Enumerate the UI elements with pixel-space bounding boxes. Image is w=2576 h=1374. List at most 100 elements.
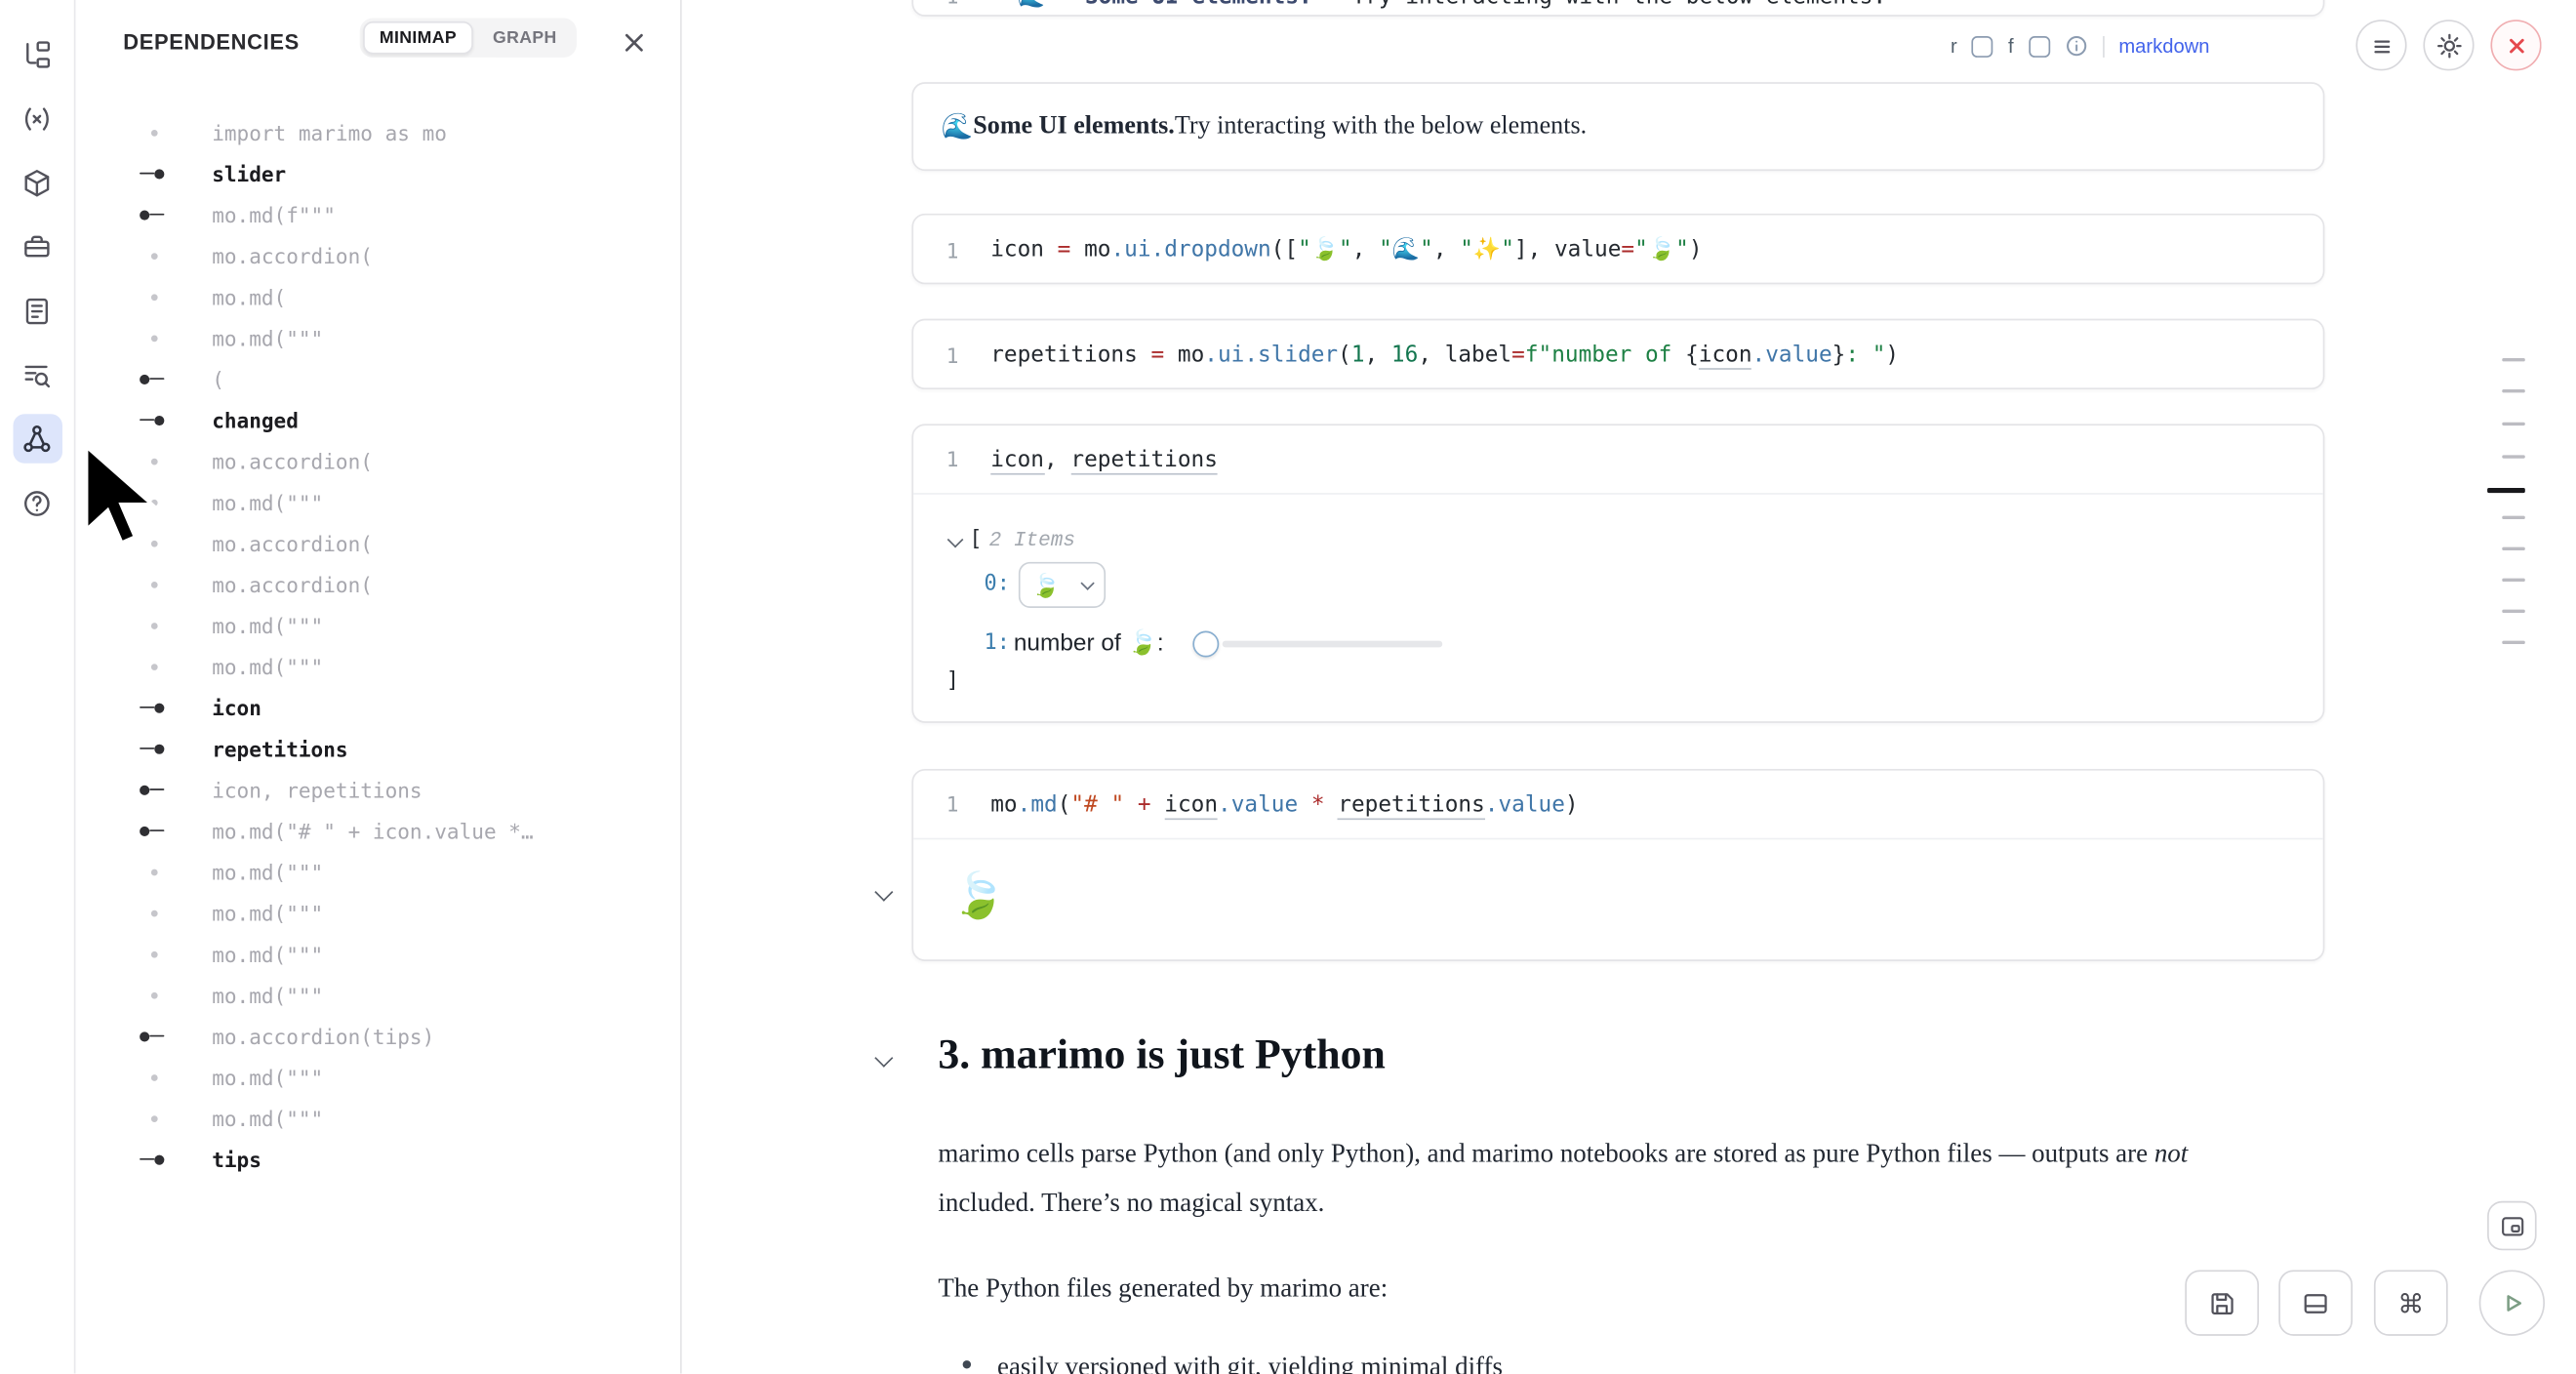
edge-marker-icon xyxy=(140,744,164,753)
code-token: icon xyxy=(990,446,1044,474)
toolbox-icon[interactable] xyxy=(13,222,62,271)
section-collapse-chevron-icon[interactable] xyxy=(874,1049,893,1068)
minimap-item[interactable]: icon, repetitions xyxy=(77,769,678,810)
trace-line[interactable] xyxy=(2502,547,2525,550)
code-snippets-icon[interactable] xyxy=(13,94,62,143)
minimap-item[interactable]: repetitions xyxy=(77,728,678,769)
edge-marker-icon xyxy=(140,785,164,794)
cell-editor-md-heading[interactable]: 1 mo.md("# " + icon.value * repetitions.… xyxy=(911,769,2324,961)
command-icon: ⌘ xyxy=(2397,1287,2424,1318)
minimap-item[interactable]: mo.md(""" xyxy=(77,974,678,1015)
minimap-item[interactable]: mo.md("# " + icon.value *… xyxy=(77,810,678,851)
help-icon[interactable] xyxy=(13,478,62,528)
edge-marker-icon xyxy=(140,415,164,424)
config-r-checkbox[interactable] xyxy=(1972,35,1993,57)
package-icon[interactable] xyxy=(13,158,62,208)
minimap-item-label: mo.md(""" xyxy=(212,490,323,514)
panel-toggle-button[interactable] xyxy=(2278,1270,2353,1335)
config-f-checkbox[interactable] xyxy=(2029,35,2050,57)
dependency-graph-icon[interactable] xyxy=(13,414,62,464)
output-collapse-chevron-icon[interactable] xyxy=(874,883,893,902)
code-token: .md xyxy=(1018,791,1058,818)
info-icon[interactable] xyxy=(2065,34,2088,58)
trace-line[interactable] xyxy=(2502,516,2525,519)
minimap-item[interactable]: mo.md(""" xyxy=(77,317,678,358)
tree-collapse-chevron-icon[interactable] xyxy=(947,532,964,548)
settings-button[interactable] xyxy=(2423,20,2474,70)
minimap-item-label: mo.md(""" xyxy=(212,901,323,925)
minimap-item[interactable]: mo.accordion( xyxy=(77,563,678,604)
trace-line[interactable] xyxy=(2502,641,2525,644)
markdown-paragraph: The Python files generated by marimo are… xyxy=(938,1265,1388,1314)
minimap-item[interactable]: tips xyxy=(77,1139,678,1180)
panel-title: DEPENDENCIES xyxy=(123,29,300,54)
code-token: } xyxy=(1832,342,1846,368)
edge-marker-icon xyxy=(140,169,164,179)
minimap-item[interactable]: changed xyxy=(77,399,678,440)
minimap-item[interactable]: mo.md(""" xyxy=(77,892,678,933)
floppy-icon xyxy=(2206,1287,2237,1318)
minimap-item[interactable]: mo.md(""" xyxy=(77,646,678,687)
keyboard-shortcuts-button[interactable]: ⌘ xyxy=(2374,1270,2448,1335)
cell-editor-clipped[interactable]: 1 🌊 **Some UI elements.** Try interactin… xyxy=(911,0,2324,17)
slider-knob[interactable] xyxy=(1192,631,1219,658)
minimap-item[interactable]: mo.md(""" xyxy=(77,1057,678,1098)
minimap-item[interactable]: import marimo as mo xyxy=(77,111,678,152)
cell-editor-tuple[interactable]: 1 icon, repetitions [ 2 Items 0: 🍃 1: nu… xyxy=(911,424,2324,722)
code-token: f"number of xyxy=(1525,342,1685,368)
notebook-menu-button[interactable] xyxy=(2355,20,2406,70)
minimap-item[interactable]: mo.accordion( xyxy=(77,235,678,276)
edge-marker-icon xyxy=(140,703,164,712)
minimap-item[interactable]: mo.md(""" xyxy=(77,933,678,974)
minimap-item[interactable]: icon xyxy=(77,687,678,728)
minimap-item[interactable]: mo.md(""" xyxy=(77,1098,678,1139)
trace-line[interactable] xyxy=(2502,610,2525,613)
file-tree-icon[interactable] xyxy=(13,29,62,79)
tab-graph[interactable]: GRAPH xyxy=(476,21,573,55)
code-tokens: mo.md("# " + icon.value * repetitions.va… xyxy=(990,791,1578,818)
activity-rail xyxy=(0,0,75,1374)
trace-line[interactable] xyxy=(2502,423,2525,425)
trace-line[interactable] xyxy=(2502,358,2525,361)
trace-line[interactable] xyxy=(2502,389,2525,392)
language-toggle[interactable]: markdown xyxy=(2118,34,2209,58)
minimap-item[interactable]: mo.md( xyxy=(77,276,678,317)
minimap-item[interactable]: ( xyxy=(77,358,678,399)
slider-track[interactable] xyxy=(1223,641,1443,647)
minimap-item[interactable]: mo.md(""" xyxy=(77,481,678,522)
trace-line[interactable] xyxy=(2502,455,2525,458)
code-token: .dropdown xyxy=(1151,236,1271,263)
minimap-item[interactable]: slider xyxy=(77,153,678,194)
minimap-item-label: import marimo as mo xyxy=(212,120,447,144)
notepad-icon[interactable] xyxy=(13,286,62,336)
code-token: * xyxy=(1311,791,1325,818)
panel-close-button[interactable] xyxy=(620,28,649,58)
minimap-item[interactable]: mo.accordion( xyxy=(77,440,678,481)
code-token xyxy=(1298,791,1311,818)
save-button[interactable] xyxy=(2185,1270,2259,1335)
minimap-item[interactable]: mo.accordion( xyxy=(77,522,678,563)
edge-marker-icon xyxy=(140,1031,164,1041)
minimap-item-label: mo.md(""" xyxy=(212,613,323,637)
code-token: mo xyxy=(1164,342,1204,368)
minimap-item[interactable]: mo.md(""" xyxy=(77,851,678,892)
dropdown-select[interactable]: 🍃 xyxy=(1019,562,1106,608)
cell-editor-dropdown[interactable]: 1 icon = mo.ui.dropdown(["🍃", "🌊", "✨"],… xyxy=(911,214,2324,284)
code-token: Try interacting with the below elements. xyxy=(1339,0,1886,10)
trace-line[interactable] xyxy=(2502,579,2525,582)
code-line: 1 🌊 **Some UI elements.** Try interactin… xyxy=(946,0,1886,10)
table-search-icon[interactable] xyxy=(13,350,62,400)
code-token: ], value xyxy=(1514,236,1621,263)
code-token: .ui xyxy=(1204,342,1244,368)
tab-minimap[interactable]: MINIMAP xyxy=(363,21,473,55)
minimap-item[interactable]: mo.accordion(tips) xyxy=(77,1016,678,1057)
minimap-item[interactable]: mo.md(""" xyxy=(77,605,678,646)
trace-line[interactable] xyxy=(2487,488,2525,493)
minimap-item-label: repetitions xyxy=(212,736,347,760)
edge-marker-icon xyxy=(140,210,164,220)
cell-editor-slider[interactable]: 1 repetitions = mo.ui.slider(1, 16, labe… xyxy=(911,319,2324,389)
minimap-item[interactable]: mo.md(f""" xyxy=(77,194,678,235)
code-token: 16 xyxy=(1391,342,1418,368)
app-window: DEPENDENCIES MINIMAP GRAPH import marimo… xyxy=(0,0,2576,1374)
code-token: "# " xyxy=(1070,791,1124,818)
